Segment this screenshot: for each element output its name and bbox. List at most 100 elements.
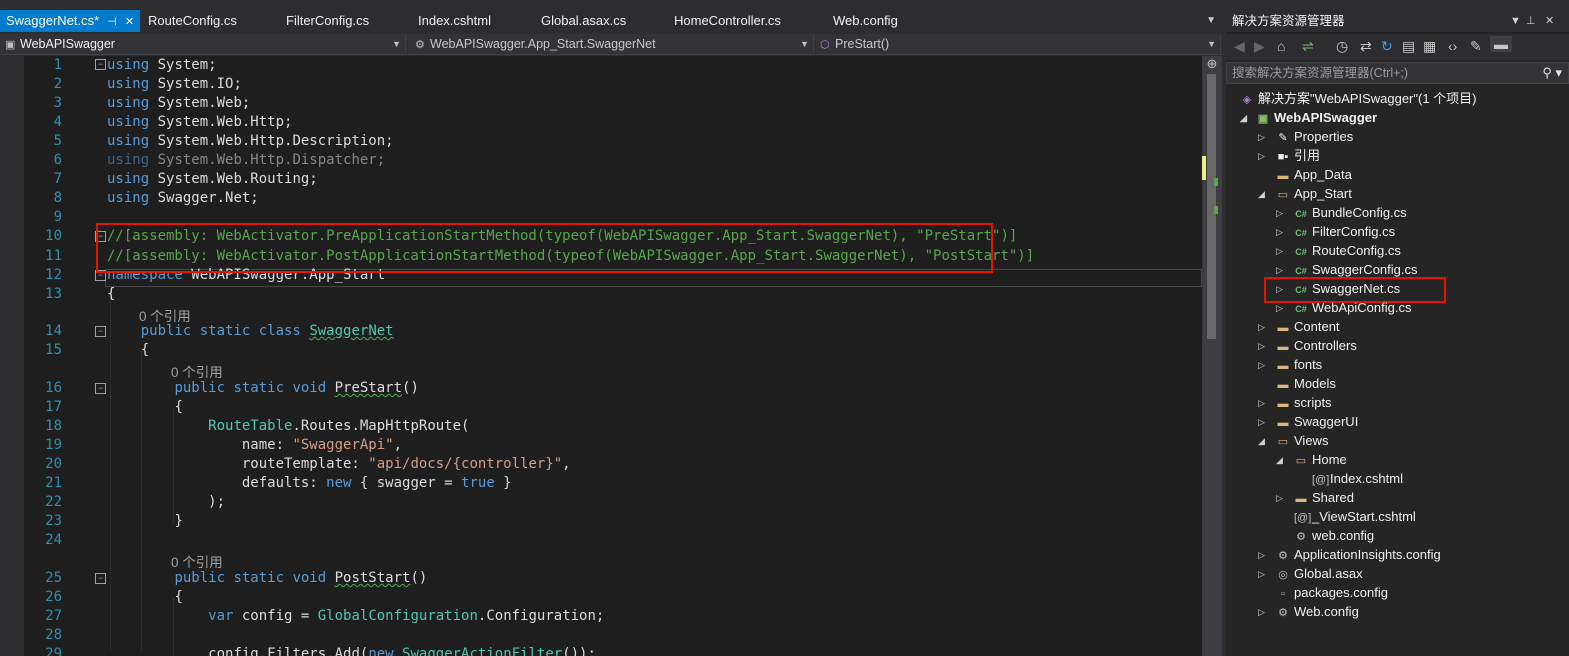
tree-item-solution[interactable]: ◈ 解决方案"WebAPISwagger"(1 个项目): [1240, 90, 1477, 108]
switch-views-icon[interactable]: ⇄: [1360, 38, 1372, 55]
tree-item-fonts[interactable]: ▷ ▬ fonts: [1258, 356, 1322, 374]
tree-item-project[interactable]: ◢ ▣ WebAPISwagger: [1240, 109, 1377, 127]
split-window-icon[interactable]: ⊕: [1203, 56, 1221, 72]
tree-item-index-cshtml[interactable]: [@]Index.cshtml: [1294, 470, 1403, 488]
expanded-arrow-icon[interactable]: ◢: [1258, 185, 1265, 203]
code-line: }: [174, 513, 183, 529]
tree-item-views[interactable]: ◢ ▭ Views: [1258, 432, 1328, 450]
tree-item-packages-config[interactable]: ▫ packages.config: [1258, 584, 1388, 602]
tree-item-app-data[interactable]: ▬ App_Data: [1258, 166, 1352, 184]
collapsed-arrow-icon[interactable]: ▷: [1258, 356, 1265, 374]
line-number: 4: [53, 114, 62, 130]
tree-item-views-web-config[interactable]: ⚙ web.config: [1276, 527, 1374, 545]
tree-item-content[interactable]: ▷ ▬ Content: [1258, 318, 1340, 336]
tree-item-web-config[interactable]: ▷ ⚙ Web.config: [1258, 603, 1359, 621]
fold-toggle-icon[interactable]: −: [95, 326, 106, 337]
tree-item-references[interactable]: ▷ ■▪ 引用: [1258, 147, 1320, 165]
solution-explorer-search-input[interactable]: 搜索解决方案资源管理器(Ctrl+;) ⚲ ▾: [1226, 62, 1569, 84]
close-icon[interactable]: ✕: [1545, 10, 1554, 32]
type-dropdown[interactable]: ⚙ WebAPISwagger.App_Start.SwaggerNet ▼: [410, 35, 814, 53]
tab-homecontroller-cs[interactable]: HomeController.cs: [674, 10, 781, 32]
fold-toggle-icon[interactable]: −: [95, 59, 106, 70]
tree-item-applicationinsights[interactable]: ▷ ⚙ ApplicationInsights.config: [1258, 546, 1441, 564]
tree-item-home[interactable]: ◢ ▭ Home: [1276, 451, 1347, 469]
properties-wrench-icon[interactable]: ✎: [1470, 38, 1482, 55]
view-code-icon[interactable]: ‹›: [1448, 38, 1457, 54]
collapsed-arrow-icon[interactable]: ▷: [1276, 299, 1283, 317]
member-dropdown[interactable]: ⬡ PreStart() ▼: [815, 35, 1221, 53]
tab-filterconfig-cs[interactable]: FilterConfig.cs: [286, 10, 369, 32]
expanded-arrow-icon[interactable]: ◢: [1240, 109, 1247, 127]
close-icon[interactable]: ✕: [125, 16, 134, 28]
tab-overflow-dropdown-icon[interactable]: ▼: [1206, 10, 1216, 32]
tree-label: 引用: [1294, 148, 1321, 163]
collapsed-arrow-icon[interactable]: ▷: [1276, 204, 1283, 222]
razor-file-icon: [@]: [1294, 512, 1312, 524]
pin-icon[interactable]: ⊥: [1526, 10, 1536, 32]
references-codelens[interactable]: 0 个引用: [139, 305, 191, 325]
collapsed-arrow-icon[interactable]: ▷: [1276, 242, 1283, 260]
tab-routeconfig-cs[interactable]: RouteConfig.cs: [148, 10, 237, 32]
solution-icon: ◈: [1242, 94, 1252, 106]
csharp-file-icon: C#: [1295, 247, 1307, 257]
pin-icon[interactable]: ⊣: [107, 16, 117, 28]
code-editor[interactable]: 1 2 3 4 5 6 7 8 9 10 11 12 13 14 15 16 1…: [0, 56, 1222, 656]
collapsed-arrow-icon[interactable]: ▷: [1258, 337, 1265, 355]
expanded-arrow-icon[interactable]: ◢: [1258, 432, 1265, 450]
collapse-all-icon[interactable]: ▤: [1402, 38, 1415, 55]
editor-margin: [0, 56, 24, 656]
chevron-down-icon: ▼: [392, 39, 401, 49]
collapsed-arrow-icon[interactable]: ▷: [1276, 223, 1283, 241]
solution-explorer: 解决方案资源管理器 ▼ ⊥ ✕ ◀ ▶ ⌂ ⇌ ◷ ⇄ ↻ ▤ ▦ ‹› ✎ ▬…: [1226, 10, 1569, 656]
tree-item-filterconfig[interactable]: ▷ C# FilterConfig.cs: [1276, 223, 1395, 241]
tree-label: Index.cshtml: [1330, 471, 1403, 486]
tab-web-config[interactable]: Web.config: [833, 10, 898, 32]
tree-item-global-asax[interactable]: ▷ ◎ Global.asax: [1258, 565, 1363, 583]
collapsed-arrow-icon[interactable]: ▷: [1258, 318, 1265, 336]
collapsed-arrow-icon[interactable]: ▷: [1258, 546, 1265, 564]
tree-item-routeconfig[interactable]: ▷ C# RouteConfig.cs: [1276, 242, 1401, 260]
collapsed-arrow-icon[interactable]: ▷: [1258, 128, 1265, 146]
line-number: 15: [45, 342, 62, 358]
show-all-files-icon[interactable]: ▦: [1423, 38, 1436, 55]
tree-item-swaggerui[interactable]: ▷ ▬ SwaggerUI: [1258, 413, 1358, 431]
tree-item-properties[interactable]: ▷ ✎ Properties: [1258, 128, 1353, 146]
tree-item-controllers[interactable]: ▷ ▬ Controllers: [1258, 337, 1357, 355]
collapsed-arrow-icon[interactable]: ▷: [1258, 413, 1265, 431]
sync-view-icon[interactable]: ⇌: [1302, 38, 1314, 55]
collapsed-arrow-icon[interactable]: ▷: [1258, 565, 1265, 583]
tree-item-bundleconfig[interactable]: ▷ C# BundleConfig.cs: [1276, 204, 1407, 222]
tab-swaggernet-cs[interactable]: SwaggerNet.cs* ⊣ ✕: [0, 10, 141, 32]
tree-item-shared[interactable]: ▷ ▬ Shared: [1276, 489, 1354, 507]
home-icon[interactable]: ⌂: [1277, 38, 1285, 54]
search-icon[interactable]: ⚲ ▾: [1542, 63, 1562, 83]
code-line: using System.Web.Http.Dispatcher;: [107, 152, 386, 168]
tree-item-app-start[interactable]: ◢ ▭ App_Start: [1258, 185, 1352, 203]
refresh-icon[interactable]: ↻: [1381, 38, 1393, 55]
tree-item-viewstart[interactable]: [@]_ViewStart.cshtml: [1276, 508, 1416, 526]
tree-item-models[interactable]: ▬ Models: [1258, 375, 1336, 393]
fold-toggle-icon[interactable]: −: [95, 383, 106, 394]
fold-toggle-icon[interactable]: −: [95, 573, 106, 584]
back-icon[interactable]: ◀: [1234, 38, 1245, 55]
forward-icon[interactable]: ▶: [1254, 38, 1265, 55]
references-codelens[interactable]: 0 个引用: [171, 361, 223, 381]
tab-global-asax-cs[interactable]: Global.asax.cs: [541, 10, 626, 32]
references-codelens[interactable]: 0 个引用: [171, 551, 223, 571]
collapsed-arrow-icon[interactable]: ▷: [1258, 147, 1265, 165]
panel-title: 解决方案资源管理器: [1232, 14, 1345, 28]
code-line: defaults: new { swagger = true }: [241, 475, 512, 491]
tab-index-cshtml[interactable]: Index.cshtml: [418, 10, 491, 32]
tree-label: SwaggerUI: [1294, 414, 1359, 429]
tree-label: _ViewStart.cshtml: [1312, 509, 1416, 524]
chevron-down-icon[interactable]: ▼: [1510, 10, 1521, 32]
collapsed-arrow-icon[interactable]: ▷: [1258, 394, 1265, 412]
pending-changes-icon[interactable]: ◷: [1336, 38, 1348, 55]
tree-item-scripts[interactable]: ▷ ▬ scripts: [1258, 394, 1332, 412]
collapsed-arrow-icon[interactable]: ▷: [1258, 603, 1265, 621]
preview-selected-icon[interactable]: ▬: [1490, 36, 1512, 52]
tree-item-webapiconfig[interactable]: ▷ C# WebApiConfig.cs: [1276, 299, 1411, 317]
expanded-arrow-icon[interactable]: ◢: [1276, 451, 1283, 469]
project-dropdown[interactable]: ▣ WebAPISwagger ▼: [0, 35, 406, 53]
collapsed-arrow-icon[interactable]: ▷: [1276, 489, 1283, 507]
